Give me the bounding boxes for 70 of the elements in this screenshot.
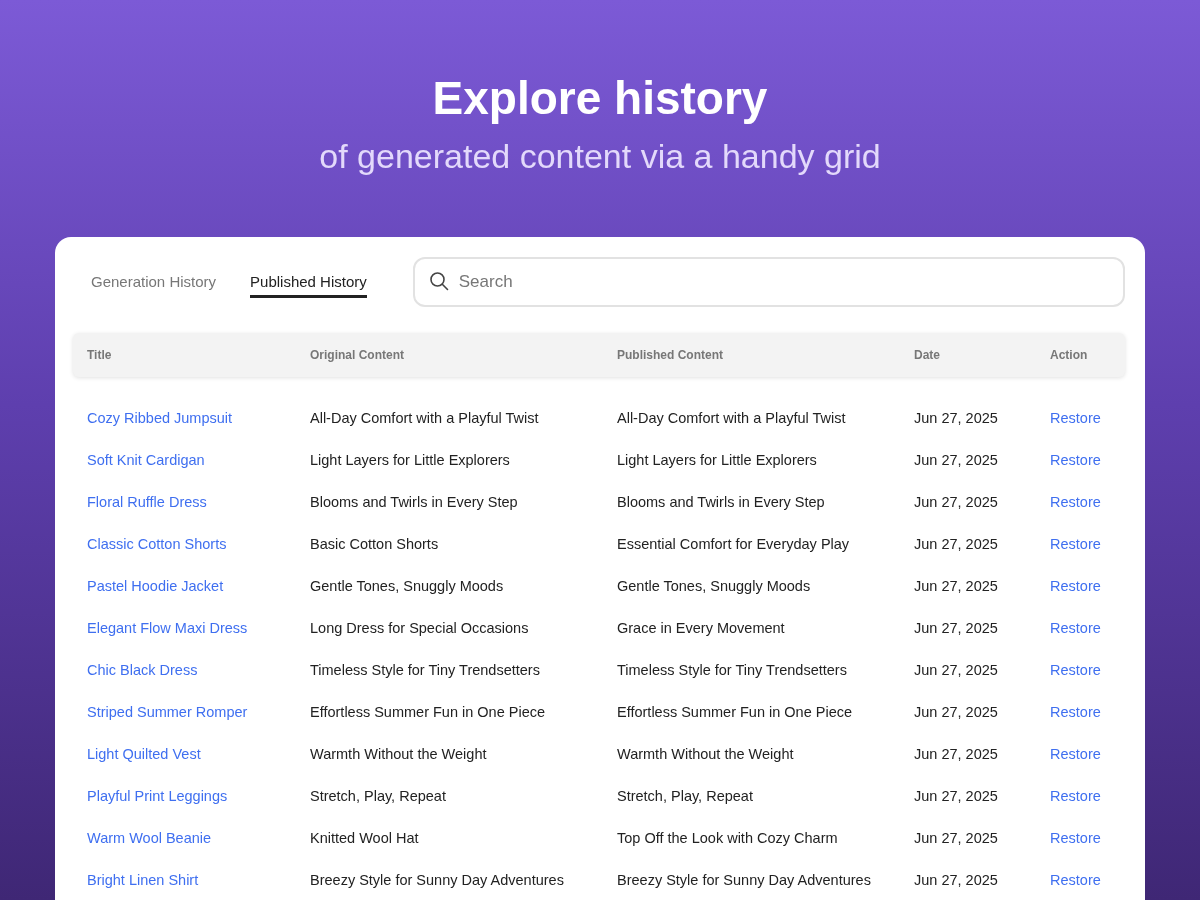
restore-link[interactable]: Restore xyxy=(1050,746,1101,762)
table-cell-text: Breezy Style for Sunny Day Adventures xyxy=(310,872,565,888)
table-cell-text: Top Off the Look with Cozy Charm xyxy=(617,830,839,846)
title-link[interactable]: Bright Linen Shirt xyxy=(87,872,199,888)
table-cell-text: Jun 27, 2025 xyxy=(914,704,999,720)
title-link[interactable]: Soft Knit Cardigan xyxy=(87,452,205,468)
table-cell-text: Jun 27, 2025 xyxy=(914,662,999,678)
table-cell-text: Stretch, Play, Repeat xyxy=(617,788,754,804)
restore-link[interactable]: Restore xyxy=(1050,494,1101,510)
table-cell-text: Warmth Without the Weight xyxy=(310,746,488,762)
table-cell-text: Jun 27, 2025 xyxy=(914,746,999,762)
title-link[interactable]: Cozy Ribbed Jumpsuit xyxy=(87,410,233,426)
column-header: Date xyxy=(914,348,941,362)
table-cell-text: Knitted Wool Hat xyxy=(310,830,420,846)
restore-link[interactable]: Restore xyxy=(1050,830,1101,846)
restore-link[interactable]: Restore xyxy=(1050,536,1101,552)
column-header: Original Content xyxy=(310,348,405,362)
title-link[interactable]: Chic Black Dress xyxy=(87,662,198,678)
title-link[interactable]: Light Quilted Vest xyxy=(87,746,201,762)
table-cell-text: Jun 27, 2025 xyxy=(914,872,999,888)
title-link[interactable]: Classic Cotton Shorts xyxy=(87,536,227,552)
table-cell-text: Blooms and Twirls in Every Step xyxy=(310,494,519,510)
restore-link[interactable]: Restore xyxy=(1050,704,1101,720)
restore-link[interactable]: Restore xyxy=(1050,872,1101,888)
table-cell-text: Timeless Style for Tiny Trendsetters xyxy=(617,662,848,678)
restore-link[interactable]: Restore xyxy=(1050,452,1101,468)
table-cell-text: Effortless Summer Fun in One Piece xyxy=(310,704,547,720)
table-cell-text: Jun 27, 2025 xyxy=(914,410,999,426)
title-link[interactable]: Pastel Hoodie Jacket xyxy=(87,578,224,594)
table-cell-text: Basic Cotton Shorts xyxy=(310,536,440,552)
search-field[interactable]: Search xyxy=(412,257,1125,307)
tab[interactable]: Generation History xyxy=(91,266,217,298)
table-cell-text: Timeless Style for Tiny Trendsetters xyxy=(310,662,541,678)
table-cell-text: Light Layers for Little Explorers xyxy=(310,452,511,468)
table-cell-text: Gentle Tones, Snuggly Moods xyxy=(310,578,505,594)
table-cell-text: Grace in Every Movement xyxy=(617,620,786,636)
headline: Explore history xyxy=(431,72,769,124)
table-cell-text: Jun 27, 2025 xyxy=(914,830,999,846)
table-cell-text: Jun 27, 2025 xyxy=(914,452,999,468)
title-link[interactable]: Striped Summer Romper xyxy=(87,704,248,720)
table-cell-text: Jun 27, 2025 xyxy=(914,620,999,636)
restore-link[interactable]: Restore xyxy=(1050,410,1101,426)
column-header: Title xyxy=(87,348,113,362)
restore-link[interactable]: Restore xyxy=(1050,662,1101,678)
title-link[interactable]: Playful Print Leggings xyxy=(87,788,228,804)
table-cell-text: Jun 27, 2025 xyxy=(914,578,999,594)
title-link[interactable]: Warm Wool Beanie xyxy=(87,830,212,846)
table-cell-text: All-Day Comfort with a Playful Twist xyxy=(617,410,847,426)
table-cell-text: Essential Comfort for Everyday Play xyxy=(617,536,851,552)
table-cell-text: Long Dress for Special Occasions xyxy=(310,620,530,636)
table-cell-text: Jun 27, 2025 xyxy=(914,788,999,804)
restore-link[interactable]: Restore xyxy=(1050,788,1101,804)
subheadline: of generated content via a handy grid xyxy=(318,136,882,177)
tab[interactable]: Published History xyxy=(250,266,367,298)
column-header: Published Content xyxy=(617,348,724,362)
column-header: Action xyxy=(1050,348,1089,362)
table-cell-text: Warmth Without the Weight xyxy=(617,746,795,762)
table-cell-text: Blooms and Twirls in Every Step xyxy=(617,494,826,510)
restore-link[interactable]: Restore xyxy=(1050,620,1101,636)
table-cell-text: Jun 27, 2025 xyxy=(914,536,999,552)
title-link[interactable]: Elegant Flow Maxi Dress xyxy=(87,620,248,636)
title-link[interactable]: Floral Ruffle Dress xyxy=(87,494,207,510)
table-cell-text: Light Layers for Little Explorers xyxy=(617,452,818,468)
table-cell-text: Effortless Summer Fun in One Piece xyxy=(617,704,854,720)
table-cell-text: Jun 27, 2025 xyxy=(914,494,999,510)
table-cell-text: All-Day Comfort with a Playful Twist xyxy=(310,410,540,426)
table-cell-text: Breezy Style for Sunny Day Adventures xyxy=(617,872,872,888)
table-cell-text: Gentle Tones, Snuggly Moods xyxy=(617,578,812,594)
table-cell-text: Stretch, Play, Repeat xyxy=(310,788,447,804)
restore-link[interactable]: Restore xyxy=(1050,578,1101,594)
